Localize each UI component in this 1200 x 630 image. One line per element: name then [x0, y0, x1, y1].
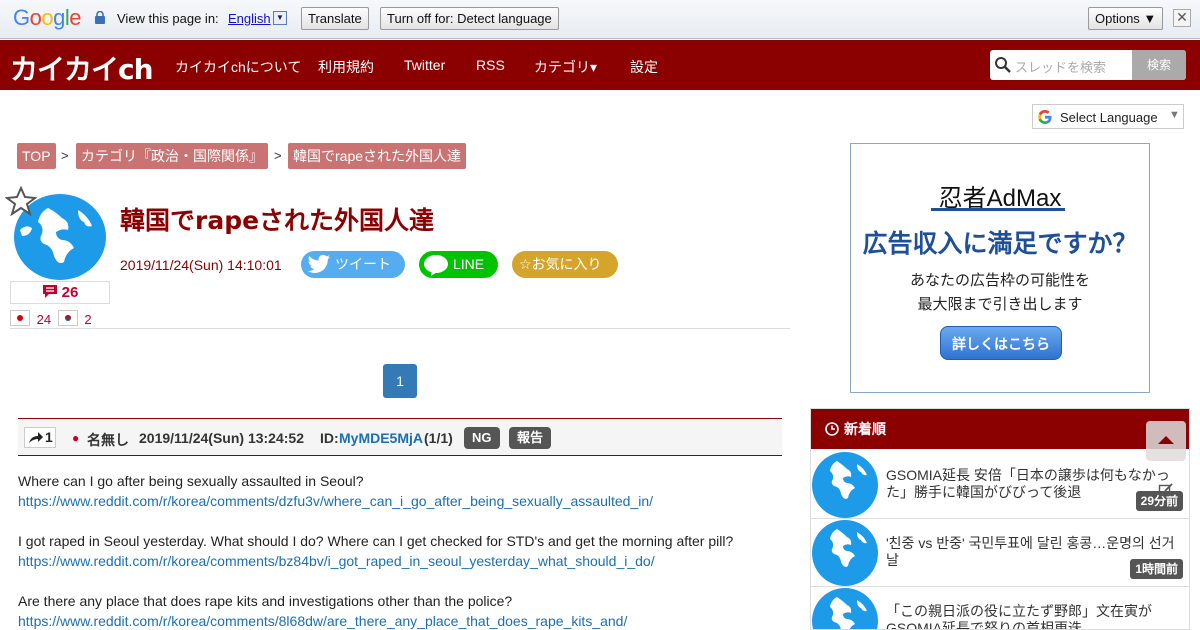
ad-line-1: あなたの広告枠の可能性を — [909, 272, 1090, 289]
close-icon[interactable]: ✕ — [1173, 9, 1191, 27]
line-chat-icon — [424, 255, 448, 276]
comment-icon — [42, 285, 57, 298]
google-logo: Google — [13, 5, 82, 30]
view-page-text: View this page in: — [117, 11, 219, 26]
post-id-label: ID: — [320, 430, 339, 446]
clock-icon — [825, 422, 839, 436]
list-item[interactable]: '친중 vs 반중' 국민투표에 달린 홍콩…운명의 선거날 1時間前 — [811, 519, 1189, 587]
thread-title: 韓国でrapeされた外国人達 — [120, 206, 435, 235]
report-button[interactable]: 報告 — [509, 427, 552, 449]
globe-thumbnail — [812, 452, 878, 518]
language-dropdown-icon[interactable]: ▼ — [273, 11, 287, 25]
translate-bar: Google View this page in: English ▼ Tran… — [0, 0, 1200, 39]
breadcrumb-top[interactable]: TOP — [17, 143, 56, 169]
search-input[interactable]: スレッドを検索 — [1015, 57, 1106, 76]
comment-count-box: 26 — [10, 281, 110, 304]
new-thread-title: 「この親日派の役に立たず野郎」文在寅がGSOMIA延長で怒りの首相更迭 — [886, 603, 1152, 630]
post-number: 1 — [45, 429, 53, 445]
breadcrumb-separator: > — [274, 148, 282, 163]
comment-count: 26 — [61, 284, 79, 301]
ad-brand-underline — [931, 208, 1065, 211]
favorite-button[interactable]: ☆お気に入り — [512, 251, 618, 278]
tweet-button[interactable]: ツイート — [301, 251, 405, 278]
nav-settings[interactable]: 設定 — [630, 57, 658, 77]
new-thread-title: GSOMIA延長 安倍「日本の譲歩は何もなかった」勝手に韓国がびびって後退 — [886, 467, 1170, 500]
reply-arrow-icon — [29, 432, 43, 443]
twitter-bird-icon — [307, 254, 330, 273]
new-threads-header: 新着順 — [811, 409, 1189, 449]
nav-about[interactable]: カイカイchについて — [175, 57, 301, 77]
select-language-label: Select Language — [1060, 110, 1158, 125]
tweet-label: ツイート — [335, 256, 391, 272]
ng-button[interactable]: NG — [464, 427, 500, 449]
nav-twitter[interactable]: Twitter — [404, 57, 445, 73]
line-label: LINE — [453, 256, 485, 272]
breadcrumb-separator: > — [61, 148, 69, 163]
korea-flag-icon — [57, 310, 78, 326]
site-logo[interactable]: カイカイch — [10, 48, 154, 88]
favorite-star-icon[interactable] — [5, 186, 37, 216]
edit-icon[interactable] — [1158, 482, 1174, 498]
google-g-icon — [1038, 110, 1052, 124]
turn-off-button[interactable]: Turn off for: Detect language — [380, 7, 559, 30]
chevron-down-icon: ▼ — [1169, 109, 1180, 121]
search-button[interactable]: 検索 — [1132, 50, 1186, 80]
site-header: カイカイch カイカイchについて 利用規約 Twitter RSS カテゴリ▾… — [0, 40, 1200, 90]
japan-flag-icon — [10, 310, 30, 326]
post-name: 名無し — [87, 432, 129, 448]
globe-thumbnail — [812, 520, 878, 586]
page-1-button[interactable]: 1 — [383, 364, 417, 398]
list-item[interactable]: 「この親日派の役に立たず野郎」文在寅がGSOMIA延長で怒りの首相更迭 — [811, 587, 1189, 630]
ad-line-2: 最大限まで引き出します — [917, 296, 1083, 313]
post-paragraph: Are there any place that does rape kits … — [18, 593, 513, 609]
lock-icon — [95, 11, 105, 24]
nav-terms[interactable]: 利用規約 — [318, 57, 374, 77]
line-button[interactable]: LINE — [419, 251, 498, 278]
globe-thumbnail — [812, 588, 878, 629]
nav-category[interactable]: カテゴリ▾ — [534, 57, 597, 77]
post-paragraph: I got raped in Seoul yesterday. What sho… — [18, 533, 734, 549]
post-id-count: (1/1) — [424, 430, 453, 446]
ad-headline: 広告収入に満足ですか？ — [862, 230, 1138, 258]
admax-ad[interactable]: 忍者AdMax 広告収入に満足ですか？ あなたの広告枠の可能性を 最大限まで引き… — [850, 143, 1150, 393]
nav-rss[interactable]: RSS — [476, 57, 505, 73]
divider — [10, 328, 790, 329]
post-link[interactable]: https://www.reddit.com/r/korea/comments/… — [18, 493, 653, 509]
japan-dot-icon: ● — [72, 431, 80, 445]
new-threads-panel: 新着順 GSOMIA延長 安倍「日本の譲歩は何もなかった」勝手に韓国がびびって後… — [810, 408, 1190, 630]
post-date: 2019/11/24(Sun) 13:24:52 — [139, 430, 304, 446]
new-threads-heading: 新着順 — [844, 421, 886, 437]
kr-count: 2 — [84, 312, 92, 327]
breadcrumb-current[interactable]: 韓国でrapeされた外国人達 — [288, 143, 467, 169]
caret-up-icon — [1158, 436, 1174, 444]
ad-cta-button[interactable]: 詳しくはこちら — [940, 326, 1062, 360]
scroll-top-button[interactable] — [1146, 421, 1186, 461]
post-id[interactable]: MyMDE5MjA — [339, 430, 423, 446]
language-link[interactable]: English — [228, 11, 271, 26]
post-paragraph: Where can I go after being sexually assa… — [18, 473, 364, 489]
reply-button[interactable]: 1 — [24, 427, 56, 448]
jp-count: 24 — [36, 312, 52, 327]
translate-button[interactable]: Translate — [301, 7, 369, 30]
time-ago-badge: 1時間前 — [1130, 559, 1183, 579]
post-link[interactable]: https://www.reddit.com/r/korea/comments/… — [18, 553, 655, 569]
search-icon — [995, 57, 1011, 73]
select-language-dropdown[interactable]: Select Language ▼ — [1032, 104, 1184, 129]
post-header: 1 ● 名無し 2019/11/24(Sun) 13:24:52 ID: MyM… — [18, 418, 782, 456]
breadcrumb-category[interactable]: カテゴリ『政治・国際関係』 — [76, 143, 268, 169]
nation-counts: 24 2 — [10, 308, 92, 327]
list-item[interactable]: GSOMIA延長 安倍「日本の譲歩は何もなかった」勝手に韓国がびびって後退 29… — [811, 451, 1189, 519]
search-box: スレッドを検索 検索 — [990, 50, 1186, 80]
thread-date: 2019/11/24(Sun) 14:10:01 — [120, 257, 282, 273]
options-button[interactable]: Options ▼ — [1088, 7, 1164, 30]
post-link[interactable]: https://www.reddit.com/r/korea/comments/… — [18, 613, 627, 629]
